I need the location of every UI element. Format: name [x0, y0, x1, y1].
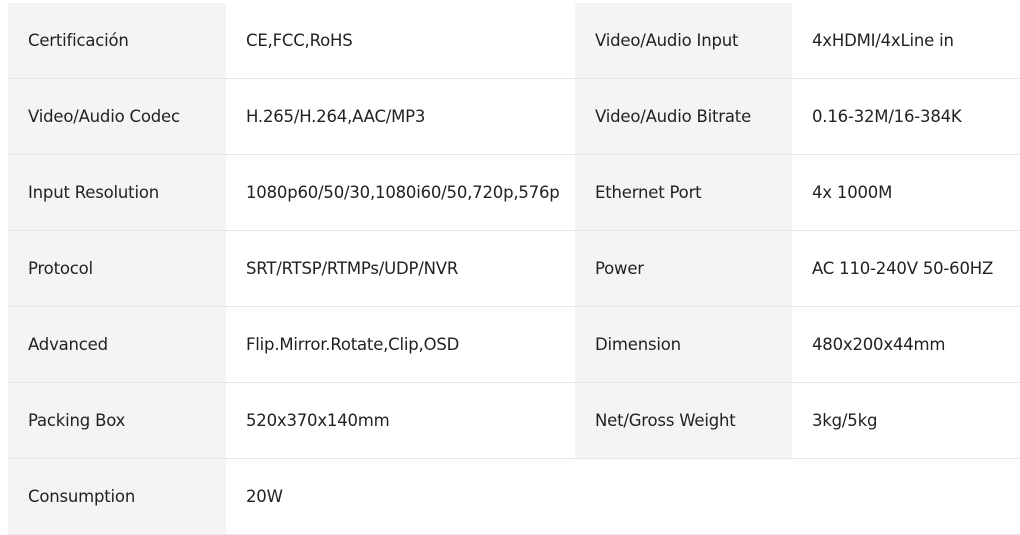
- spec-value: 520x370x140mm: [226, 382, 575, 459]
- spec-label: Video/Audio Input: [575, 3, 792, 79]
- spec-value: 480x200x44mm: [792, 306, 1020, 383]
- table-row: Certificación CE,FCC,RoHS Video/Audio In…: [8, 3, 1020, 79]
- spec-value: 0.16-32M/16-384K: [792, 78, 1020, 155]
- table-row: Packing Box 520x370x140mm Net/Gross Weig…: [8, 382, 1020, 459]
- spec-label: Ethernet Port: [575, 154, 792, 231]
- spec-label: Protocol: [8, 230, 226, 307]
- spec-label: Packing Box: [8, 382, 226, 459]
- spec-value: 20W: [226, 458, 575, 535]
- spec-label: Input Resolution: [8, 154, 226, 231]
- table-row: Input Resolution 1080p60/50/30,1080i60/5…: [8, 154, 1020, 231]
- spec-value: CE,FCC,RoHS: [226, 3, 575, 79]
- spec-label: Video/Audio Bitrate: [575, 78, 792, 155]
- empty-cell: [575, 458, 792, 535]
- spec-table: Certificación CE,FCC,RoHS Video/Audio In…: [8, 3, 1020, 535]
- spec-value: 3kg/5kg: [792, 382, 1020, 459]
- spec-value: 4x 1000M: [792, 154, 1020, 231]
- table-row: Consumption 20W: [8, 458, 1020, 535]
- spec-label: Dimension: [575, 306, 792, 383]
- empty-cell: [792, 458, 1020, 535]
- table-row: Video/Audio Codec H.265/H.264,AAC/MP3 Vi…: [8, 78, 1020, 155]
- spec-value: Flip.Mirror.Rotate,Clip,OSD: [226, 306, 575, 383]
- spec-value: 4xHDMI/4xLine in: [792, 3, 1020, 79]
- spec-value: 1080p60/50/30,1080i60/50,720p,576p: [226, 154, 575, 231]
- spec-label: Certificación: [8, 3, 226, 79]
- spec-label: Video/Audio Codec: [8, 78, 226, 155]
- spec-label: Advanced: [8, 306, 226, 383]
- spec-value: H.265/H.264,AAC/MP3: [226, 78, 575, 155]
- spec-label: Power: [575, 230, 792, 307]
- spec-label: Consumption: [8, 458, 226, 535]
- spec-value: AC 110-240V 50-60HZ: [792, 230, 1020, 307]
- spec-label: Net/Gross Weight: [575, 382, 792, 459]
- table-row: Protocol SRT/RTSP/RTMPs/UDP/NVR Power AC…: [8, 230, 1020, 307]
- spec-value: SRT/RTSP/RTMPs/UDP/NVR: [226, 230, 575, 307]
- table-row: Advanced Flip.Mirror.Rotate,Clip,OSD Dim…: [8, 306, 1020, 383]
